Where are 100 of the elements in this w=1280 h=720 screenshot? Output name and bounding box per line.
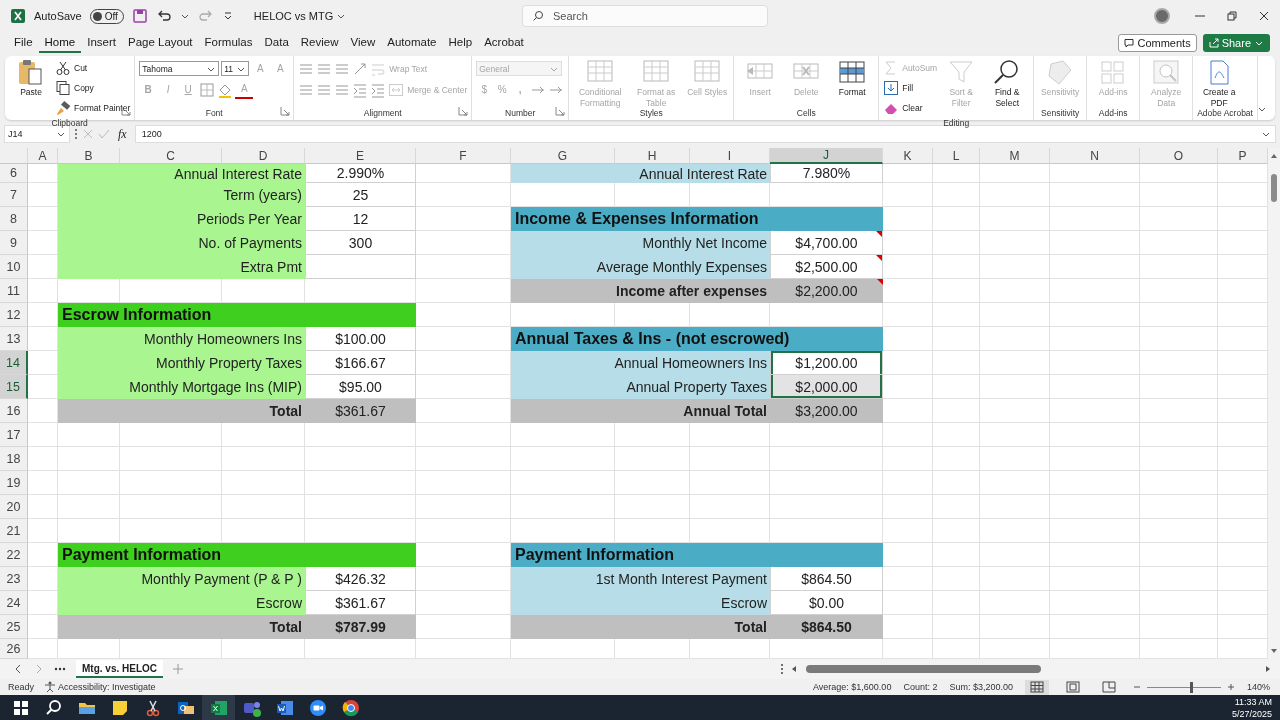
grid-cell[interactable] xyxy=(1050,375,1140,399)
grid-cell[interactable] xyxy=(933,423,980,447)
grid-cell[interactable] xyxy=(933,615,980,639)
avatar-icon[interactable] xyxy=(1154,8,1170,24)
grid-cell[interactable] xyxy=(1140,207,1218,231)
grid-cell[interactable] xyxy=(883,519,933,543)
value-cell[interactable] xyxy=(305,255,416,279)
row-header[interactable]: 18 xyxy=(0,447,28,471)
grid-cell[interactable] xyxy=(416,303,511,327)
grid-cell[interactable] xyxy=(58,471,120,495)
grid-cell[interactable] xyxy=(980,471,1050,495)
grid-cell[interactable] xyxy=(1140,495,1218,519)
grid-cell[interactable] xyxy=(770,447,883,471)
grid-cell[interactable] xyxy=(980,231,1050,255)
grid-cell[interactable] xyxy=(1140,471,1218,495)
grid-cell[interactable] xyxy=(933,471,980,495)
grid-cell[interactable] xyxy=(883,615,933,639)
grid-cell[interactable] xyxy=(933,207,980,231)
grid-cell[interactable] xyxy=(1050,207,1140,231)
zoom-level[interactable]: 140% xyxy=(1246,682,1270,692)
grid-cell[interactable] xyxy=(511,495,615,519)
menu-tab[interactable]: Insert xyxy=(81,33,122,53)
value-cell[interactable]: 7.980% xyxy=(770,164,883,183)
row-header[interactable]: 16 xyxy=(0,399,28,423)
column-header[interactable]: A xyxy=(28,148,58,164)
row-header[interactable]: 19 xyxy=(0,471,28,495)
scroll-left-icon[interactable] xyxy=(790,665,798,673)
grid-cell[interactable] xyxy=(980,164,1050,183)
grid-cell[interactable] xyxy=(1050,615,1140,639)
grid-cell[interactable] xyxy=(1140,279,1218,303)
grid-cell[interactable] xyxy=(980,255,1050,279)
row-header[interactable]: 21 xyxy=(0,519,28,543)
grid-cell[interactable] xyxy=(1140,351,1218,375)
grid-cell[interactable] xyxy=(933,447,980,471)
grid-cell[interactable] xyxy=(980,447,1050,471)
grid-cell[interactable] xyxy=(58,447,120,471)
zoom-out-icon[interactable] xyxy=(1132,683,1141,691)
scroll-thumb[interactable] xyxy=(1271,174,1277,202)
column-header[interactable]: K xyxy=(883,148,933,164)
accessibility-status[interactable]: Accessibility: Investigate xyxy=(58,682,156,692)
grid-cell[interactable] xyxy=(980,591,1050,615)
grid-cell[interactable] xyxy=(1050,591,1140,615)
row-header[interactable]: 24 xyxy=(0,591,28,615)
grid-cell[interactable] xyxy=(416,519,511,543)
scroll-right-icon[interactable] xyxy=(1264,665,1272,673)
value-cell[interactable]: $2,000.00 xyxy=(770,375,883,399)
column-header[interactable]: O xyxy=(1140,148,1218,164)
grid-cell[interactable] xyxy=(883,399,933,423)
grid-cell[interactable] xyxy=(222,471,305,495)
ribbon-button[interactable]: Format Painter xyxy=(55,98,131,118)
grid-cell[interactable] xyxy=(980,327,1050,351)
grid-cell[interactable] xyxy=(1140,399,1218,423)
ribbon-button[interactable]: Create a PDF xyxy=(1197,58,1242,109)
menu-tab[interactable]: Help xyxy=(442,33,479,53)
grid-cell[interactable] xyxy=(933,164,980,183)
menu-tab[interactable]: Home xyxy=(38,33,82,53)
scroll-thumb[interactable] xyxy=(806,665,1041,673)
grid-cell[interactable] xyxy=(980,183,1050,207)
row-header[interactable]: 25 xyxy=(0,615,28,639)
column-header[interactable]: J xyxy=(770,148,883,164)
grid-cell[interactable] xyxy=(1140,543,1218,567)
grid-cell[interactable] xyxy=(1140,423,1218,447)
ribbon-button[interactable]: Copy xyxy=(55,78,131,98)
slider-thumb[interactable] xyxy=(1189,681,1193,693)
menu-tab[interactable]: Data xyxy=(258,33,295,53)
grid-cell[interactable] xyxy=(416,495,511,519)
grid-cell[interactable] xyxy=(883,164,933,183)
grid-cell[interactable] xyxy=(1050,255,1140,279)
grid-cell[interactable] xyxy=(416,471,511,495)
grid-cell[interactable] xyxy=(28,495,58,519)
grid-cell[interactable] xyxy=(883,183,933,207)
grid-cell[interactable] xyxy=(416,423,511,447)
grid-cell[interactable] xyxy=(416,447,511,471)
grid-cell[interactable] xyxy=(883,591,933,615)
grid-cell[interactable] xyxy=(120,495,222,519)
grid-cell[interactable] xyxy=(1050,303,1140,327)
column-header[interactable]: M xyxy=(980,148,1050,164)
grid-cell[interactable] xyxy=(58,423,120,447)
grid-cell[interactable] xyxy=(690,495,770,519)
orientation-icon[interactable] xyxy=(352,60,369,77)
grid-cell[interactable] xyxy=(120,447,222,471)
grid-cell[interactable] xyxy=(883,447,933,471)
grid-cell[interactable] xyxy=(933,231,980,255)
grid-cell[interactable] xyxy=(1050,567,1140,591)
grid-cell[interactable] xyxy=(980,207,1050,231)
menu-tab[interactable]: View xyxy=(344,33,382,53)
grid-cell[interactable] xyxy=(511,471,615,495)
row-header[interactable]: 11 xyxy=(0,279,28,303)
grid-cell[interactable] xyxy=(883,423,933,447)
grid-cell[interactable] xyxy=(1140,447,1218,471)
grid-cell[interactable] xyxy=(28,447,58,471)
grid-cell[interactable] xyxy=(980,399,1050,423)
grid-cell[interactable] xyxy=(933,567,980,591)
grid-cell[interactable] xyxy=(980,543,1050,567)
menu-tab[interactable]: File xyxy=(8,33,39,53)
grid-cell[interactable] xyxy=(883,567,933,591)
grid-cell[interactable] xyxy=(1050,351,1140,375)
search-field[interactable]: Search xyxy=(522,5,768,27)
grid-cell[interactable] xyxy=(120,471,222,495)
grid-cell[interactable] xyxy=(1050,183,1140,207)
